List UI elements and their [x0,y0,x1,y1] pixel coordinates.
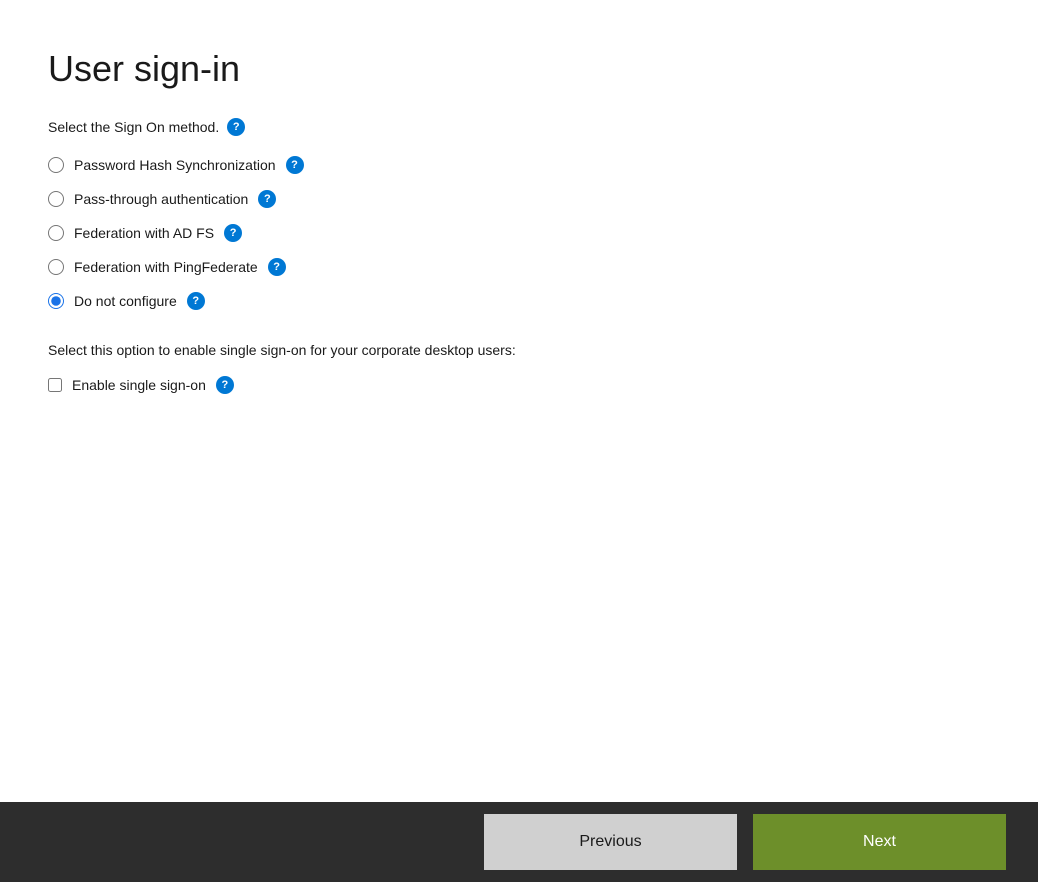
radio-pta-label: Pass-through authentication [74,191,248,207]
radio-none[interactable] [48,293,64,309]
radio-adfs[interactable] [48,225,64,241]
next-button[interactable]: Next [753,814,1006,870]
sign-on-help-icon[interactable]: ? [227,118,245,136]
sso-help-icon[interactable]: ? [216,376,234,394]
main-content: User sign-in Select the Sign On method. … [0,0,1038,802]
sign-on-method-label: Select the Sign On method. ? [48,118,990,136]
none-help-icon[interactable]: ? [187,292,205,310]
radio-phs[interactable] [48,157,64,173]
adfs-help-icon[interactable]: ? [224,224,242,242]
page-title: User sign-in [48,48,990,90]
radio-item-ping[interactable]: Federation with PingFederate ? [48,258,990,276]
radio-item-adfs[interactable]: Federation with AD FS ? [48,224,990,242]
radio-ping-label: Federation with PingFederate [74,259,258,275]
phs-help-icon[interactable]: ? [286,156,304,174]
radio-phs-label: Password Hash Synchronization [74,157,276,173]
radio-pta[interactable] [48,191,64,207]
radio-adfs-label: Federation with AD FS [74,225,214,241]
sso-section-label: Select this option to enable single sign… [48,342,990,358]
sso-checkbox-label: Enable single sign-on [72,377,206,393]
radio-none-label: Do not configure [74,293,177,309]
sign-on-radio-group: Password Hash Synchronization ? Pass-thr… [48,156,990,310]
previous-button[interactable]: Previous [484,814,737,870]
footer: Previous Next [0,802,1038,882]
pta-help-icon[interactable]: ? [258,190,276,208]
radio-item-none[interactable]: Do not configure ? [48,292,990,310]
sso-checkbox-item[interactable]: Enable single sign-on ? [48,376,990,394]
radio-item-phs[interactable]: Password Hash Synchronization ? [48,156,990,174]
radio-item-pta[interactable]: Pass-through authentication ? [48,190,990,208]
sso-checkbox[interactable] [48,378,62,392]
radio-ping[interactable] [48,259,64,275]
ping-help-icon[interactable]: ? [268,258,286,276]
